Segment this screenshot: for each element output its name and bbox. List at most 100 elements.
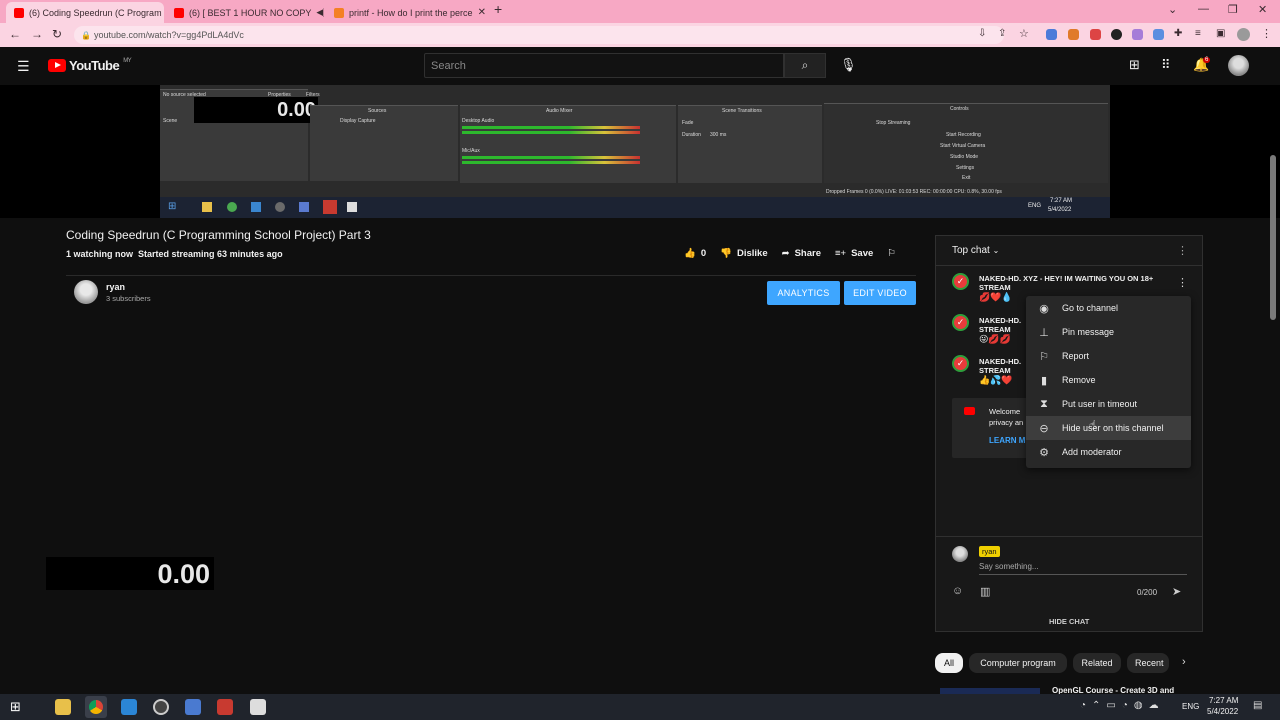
account-avatar[interactable] — [1228, 55, 1249, 76]
verified-check-icon: ✓ — [952, 273, 969, 290]
new-tab-icon[interactable]: + — [494, 1, 502, 17]
notepad-icon[interactable] — [250, 699, 266, 715]
report-button[interactable]: ⚐ — [887, 248, 896, 259]
learn-more-link[interactable]: LEARN M — [989, 436, 1025, 445]
share-page-icon[interactable]: ⇪ — [998, 28, 1006, 39]
video-title: Coding Speedrun (C Programming School Pr… — [66, 228, 371, 242]
chip-recent[interactable]: Recent — [1127, 653, 1169, 673]
apps-grid-icon[interactable]: ⠿ — [1161, 57, 1171, 73]
emoji-icon[interactable]: ☺ — [952, 585, 963, 597]
vscode-icon[interactable] — [121, 699, 137, 715]
dev-cpp-icon[interactable] — [217, 699, 233, 715]
menu-item-timeout[interactable]: ⧗ Put user in timeout — [1026, 392, 1191, 416]
like-button[interactable]: 👍 0 — [684, 248, 706, 259]
windows-start-icon[interactable]: ⊞ — [10, 699, 21, 715]
search-input[interactable]: Search — [424, 53, 784, 78]
send-icon[interactable]: ➤ — [1172, 585, 1181, 598]
clock-date[interactable]: 5/4/2022 — [1207, 707, 1238, 716]
menu-item-hide-user[interactable]: ⊖ Hide user on this channel — [1026, 416, 1191, 440]
menu-item-pin-message[interactable]: ⊥ Pin message — [1026, 320, 1191, 344]
extension-icon[interactable] — [1132, 29, 1143, 40]
chip-all[interactable]: All — [935, 653, 963, 673]
extensions-puzzle-icon[interactable]: ✚ — [1174, 28, 1182, 39]
chat-text: STREAM — [979, 366, 1011, 375]
chip-related[interactable]: Related — [1073, 653, 1121, 673]
edit-video-button[interactable]: EDIT VIDEO — [844, 281, 916, 305]
file-explorer-icon[interactable] — [55, 699, 71, 715]
browser-menu-icon[interactable]: ⋮ — [1261, 27, 1272, 40]
channel-name[interactable]: ryan — [106, 282, 151, 292]
chat-text: STREAM — [979, 283, 1011, 292]
audio-icon[interactable]: ◀) — [316, 7, 324, 18]
extension-icon[interactable] — [1068, 29, 1079, 40]
hamburger-menu-icon[interactable]: ☰ — [17, 58, 30, 75]
taskbar-app-icon — [202, 202, 212, 212]
url-field[interactable]: 🔒 youtube.com/watch?v=gg4PdLA4dVc — [74, 26, 1004, 44]
chat-message[interactable]: NAKED-HD. STREAM 😜💋💋 — [979, 316, 1021, 345]
back-icon[interactable]: ← — [9, 27, 21, 41]
side-panel-icon[interactable]: ▣ — [1216, 28, 1225, 39]
share-button[interactable]: ➦ Share — [782, 248, 821, 259]
fade-select: Fade — [682, 120, 694, 126]
voice-search-icon[interactable]: 🎙 — [840, 57, 857, 73]
page-scrollbar[interactable] — [1270, 155, 1276, 320]
extension-icon[interactable] — [1111, 29, 1122, 40]
chat-mode-label: Top chat — [952, 245, 990, 256]
bookmark-star-icon[interactable]: ☆ — [1019, 27, 1029, 40]
browser-tab[interactable]: (6) [ BEST 1 HOUR NO COPY ◀) ✕ — [166, 2, 324, 23]
youtube-favicon-icon — [174, 7, 184, 18]
hide-chat-button[interactable]: HIDE CHAT — [1049, 617, 1089, 626]
youtube-logo[interactable]: YouTube MY — [48, 58, 132, 73]
taskbar-app-icon — [347, 202, 357, 212]
obs-icon[interactable] — [153, 699, 169, 715]
reload-icon[interactable]: ↻ — [52, 27, 62, 41]
browser-tab[interactable]: printf - How do I print the perce ✕ — [326, 2, 486, 23]
extension-icon[interactable] — [1090, 29, 1101, 40]
chevron-right-icon[interactable]: › — [1182, 656, 1186, 668]
chat-emoji: 👍💦❤️ — [979, 375, 1013, 385]
thumbs-down-icon: 👎 — [720, 248, 732, 259]
tab-title: (6) [ BEST 1 HOUR NO COPY — [189, 7, 312, 18]
close-window-icon[interactable]: ✕ — [1258, 3, 1267, 16]
tab-search-icon[interactable]: ⌄ — [1168, 3, 1177, 16]
top-chat-dropdown[interactable]: Top chat ⌄ — [952, 245, 999, 256]
close-tab-icon[interactable]: ✕ — [478, 7, 486, 18]
app-icon[interactable] — [185, 699, 201, 715]
chip-computer-program[interactable]: Computer program — [969, 653, 1067, 673]
chat-more-icon[interactable]: ⋮ — [1177, 244, 1188, 257]
language-indicator[interactable]: ENG — [1182, 702, 1199, 711]
menu-item-report[interactable]: ⚐ Report — [1026, 344, 1191, 368]
maximize-icon[interactable]: ❐ — [1228, 3, 1238, 16]
analytics-button[interactable]: ANALYTICS — [767, 281, 840, 305]
save-label: Save — [851, 248, 874, 259]
message-more-icon[interactable]: ⋮ — [1177, 276, 1188, 289]
dislike-button[interactable]: 👎 Dislike — [720, 248, 767, 259]
chat-input[interactable]: Say something... — [979, 562, 1039, 571]
channel-avatar[interactable] — [74, 280, 98, 304]
taskbar-app-icon — [227, 202, 237, 212]
forward-icon[interactable]: → — [31, 27, 43, 41]
profile-avatar-icon[interactable] — [1237, 28, 1250, 41]
system-tray-icons[interactable]: ◔⌃▭◔◍☁ — [1080, 700, 1165, 711]
notification-center-icon[interactable]: ▤ — [1253, 700, 1262, 711]
reading-list-icon[interactable]: ≡ — [1195, 28, 1201, 39]
browser-tab[interactable]: (6) Coding Speedrun (C Program ✕ — [6, 2, 164, 23]
extension-icon[interactable] — [1153, 29, 1164, 40]
clock-time[interactable]: 7:27 AM — [1209, 696, 1238, 705]
menu-item-go-to-channel[interactable]: ◉ Go to channel — [1026, 296, 1191, 320]
super-chat-icon[interactable]: ▥ — [980, 585, 990, 598]
video-player[interactable]: No source selected Properties Filters Sc… — [0, 85, 1280, 218]
obs-status-bar: Dropped Frames 0 (0.0%) LIVE: 01:03:53 R… — [826, 189, 1002, 195]
chat-message[interactable]: NAKED-HD. STREAM 👍💦❤️ — [979, 357, 1021, 386]
install-icon[interactable]: ⇩ — [978, 28, 986, 39]
youtube-favicon-icon — [14, 7, 24, 18]
menu-item-add-moderator[interactable]: ⚙ Add moderator — [1026, 440, 1191, 464]
save-button[interactable]: ≡+ Save — [835, 248, 873, 259]
extension-icon[interactable] — [1046, 29, 1057, 40]
menu-item-remove[interactable]: ▮ Remove — [1026, 368, 1191, 392]
audio-meter — [462, 131, 640, 134]
search-button[interactable]: ⌕ — [784, 53, 826, 78]
minimize-icon[interactable]: — — [1198, 3, 1209, 15]
create-video-icon[interactable]: ⊞ — [1129, 57, 1140, 73]
taskbar-app-icon — [275, 202, 285, 212]
